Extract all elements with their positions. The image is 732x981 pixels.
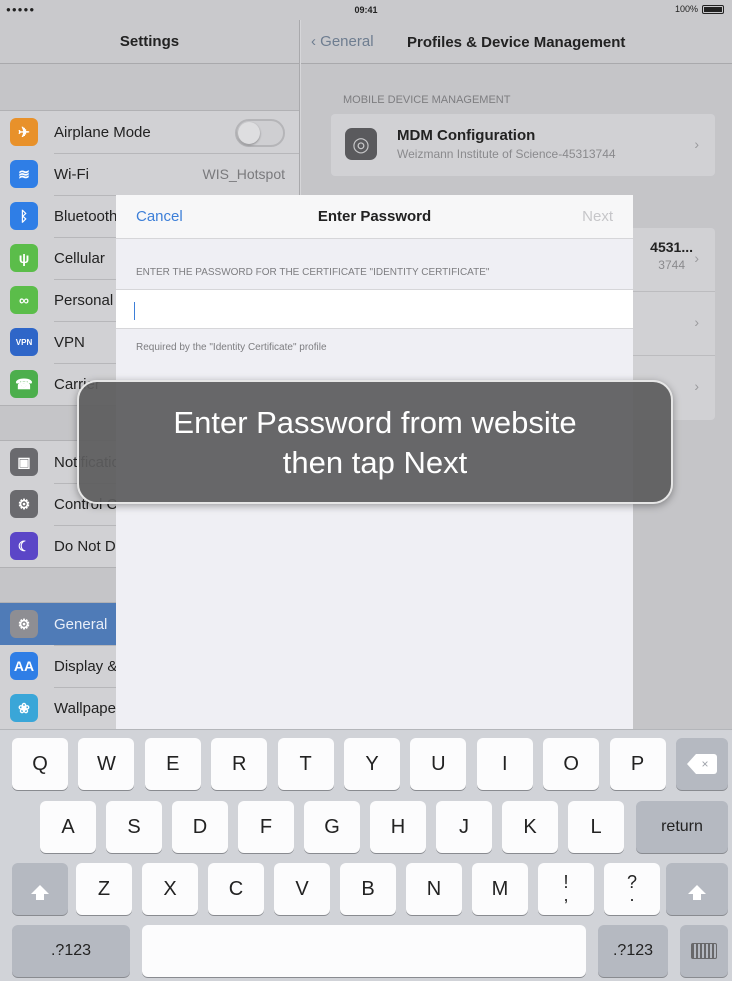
profile-title: 4531... xyxy=(650,239,693,255)
key-bottom-char: . xyxy=(629,885,635,905)
key-g[interactable]: G xyxy=(304,801,360,853)
key-u[interactable]: U xyxy=(410,738,467,790)
password-caption: ENTER THE PASSWORD FOR THE CERTIFICATE "… xyxy=(136,267,490,278)
key-c[interactable]: C xyxy=(208,863,264,915)
key-exclamation-comma[interactable]: !, xyxy=(538,863,594,915)
control-center-icon: ⚙ xyxy=(10,490,38,518)
chevron-right-icon: › xyxy=(694,314,699,330)
key-question-period[interactable]: ?. xyxy=(604,863,660,915)
key-d[interactable]: D xyxy=(172,801,228,853)
key-z[interactable]: Z xyxy=(76,863,132,915)
key-o[interactable]: O xyxy=(543,738,600,790)
sidebar-item-label: Bluetooth xyxy=(54,207,118,225)
sidebar-item-label: General xyxy=(54,615,108,633)
wifi-icon: ≋ xyxy=(10,160,38,188)
sidebar-item-label: Wi-Fi xyxy=(54,165,89,183)
sidebar-item-label: Airplane Mode xyxy=(54,123,151,141)
key-y[interactable]: Y xyxy=(344,738,400,790)
mdm-card: ◎ MDM Configuration Weizmann Institute o… xyxy=(331,114,715,176)
keyboard-icon xyxy=(691,943,717,959)
key-f[interactable]: F xyxy=(238,801,294,853)
sidebar-item-label: Wallpaper xyxy=(54,699,121,717)
battery-percent: 100% xyxy=(674,4,698,14)
moon-icon: ☾ xyxy=(10,532,38,560)
shift-key-left[interactable] xyxy=(12,863,68,915)
next-button[interactable]: Next xyxy=(582,208,613,225)
key-m[interactable]: M xyxy=(472,863,528,915)
bluetooth-icon: ᛒ xyxy=(10,202,38,230)
chevron-right-icon: › xyxy=(694,250,699,266)
status-time: 09:41 xyxy=(354,5,378,15)
sidebar-item-value: WIS_Hotspot xyxy=(202,166,285,182)
delete-icon: × xyxy=(687,754,717,774)
mdm-section-header: MOBILE DEVICE MANAGEMENT xyxy=(343,94,511,106)
key-l[interactable]: L xyxy=(568,801,624,853)
sheet-navbar: Cancel Enter Password Next xyxy=(116,195,633,239)
display-icon: AA xyxy=(10,652,38,680)
wallpaper-icon: ❀ xyxy=(10,694,38,722)
notifications-icon: ▣ xyxy=(10,448,38,476)
detail-navbar: ‹ General Profiles & Device Management xyxy=(301,20,732,64)
airplane-icon: ✈ xyxy=(10,118,38,146)
settings-title: Settings xyxy=(0,20,299,64)
numbers-key-right[interactable]: .?123 xyxy=(598,925,668,977)
gear-icon: ⚙ xyxy=(10,610,38,638)
key-w[interactable]: W xyxy=(78,738,135,790)
mdm-configuration-row[interactable]: ◎ MDM Configuration Weizmann Institute o… xyxy=(331,114,715,176)
mdm-profile-icon: ◎ xyxy=(345,128,377,160)
sidebar-item-wi-fi[interactable]: ≋ Wi-Fi WIS_Hotspot xyxy=(0,153,299,195)
shift-icon xyxy=(31,884,49,900)
key-r[interactable]: R xyxy=(211,738,268,790)
numbers-key-left[interactable]: .?123 xyxy=(12,925,130,977)
key-q[interactable]: Q xyxy=(12,738,68,790)
mdm-title: MDM Configuration xyxy=(397,127,536,144)
return-key[interactable]: return xyxy=(636,801,728,853)
chevron-right-icon: › xyxy=(694,378,699,394)
carrier-icon: ☎ xyxy=(10,370,38,398)
on-screen-keyboard: Q W E R T Y U I O P × A S D F G H J K Lreturn Z X C V B N M!,?. .?1… xyxy=(0,729,732,981)
key-k[interactable]: K xyxy=(502,801,558,853)
sheet-title: Enter Password xyxy=(317,208,432,225)
key-h[interactable]: H xyxy=(370,801,426,853)
sidebar-item-airplane-mode[interactable]: ✈ Airplane Mode xyxy=(0,111,299,153)
key-bottom-char: , xyxy=(563,885,569,905)
key-i[interactable]: I xyxy=(476,738,533,790)
delete-key[interactable]: × xyxy=(676,738,728,790)
key-p[interactable]: P xyxy=(609,738,666,790)
key-b[interactable]: B xyxy=(340,863,396,915)
shift-key-right[interactable] xyxy=(666,863,728,915)
password-field[interactable] xyxy=(116,289,633,329)
mdm-subtitle: Weizmann Institute of Science-45313744 xyxy=(397,147,616,161)
airplane-mode-toggle[interactable] xyxy=(235,119,285,147)
callout-line-2: then tap Next xyxy=(282,445,468,480)
shift-icon xyxy=(688,884,706,900)
key-v[interactable]: V xyxy=(274,863,330,915)
key-t[interactable]: T xyxy=(277,738,334,790)
password-footer: Required by the "Identity Certificate" p… xyxy=(136,342,327,353)
key-x[interactable]: X xyxy=(142,863,198,915)
space-bar[interactable] xyxy=(142,925,586,977)
sidebar-item-label: VPN xyxy=(54,333,85,351)
detail-title: Profiles & Device Management xyxy=(407,34,626,51)
instruction-callout: Enter Password from website then tap Nex… xyxy=(77,380,673,504)
back-button[interactable]: ‹ General xyxy=(311,33,374,50)
key-e[interactable]: E xyxy=(144,738,201,790)
status-bar: ●●●●● 09:41 100% xyxy=(0,0,732,20)
key-j[interactable]: J xyxy=(436,801,492,853)
key-a[interactable]: A xyxy=(40,801,96,853)
callout-line-1: Enter Password from website xyxy=(173,405,577,440)
hotspot-icon: ∞ xyxy=(10,286,38,314)
hide-keyboard-key[interactable] xyxy=(680,925,728,977)
chevron-right-icon: › xyxy=(694,136,699,152)
battery-icon xyxy=(702,4,724,14)
text-cursor xyxy=(134,302,135,320)
cellular-icon: ψ xyxy=(10,244,38,272)
key-n[interactable]: N xyxy=(406,863,462,915)
sidebar-item-label: Cellular xyxy=(54,249,105,267)
vpn-icon: VPN xyxy=(10,328,38,356)
key-s[interactable]: S xyxy=(106,801,162,853)
back-label: General xyxy=(320,33,374,50)
profile-subtitle: 3744 xyxy=(658,258,685,272)
